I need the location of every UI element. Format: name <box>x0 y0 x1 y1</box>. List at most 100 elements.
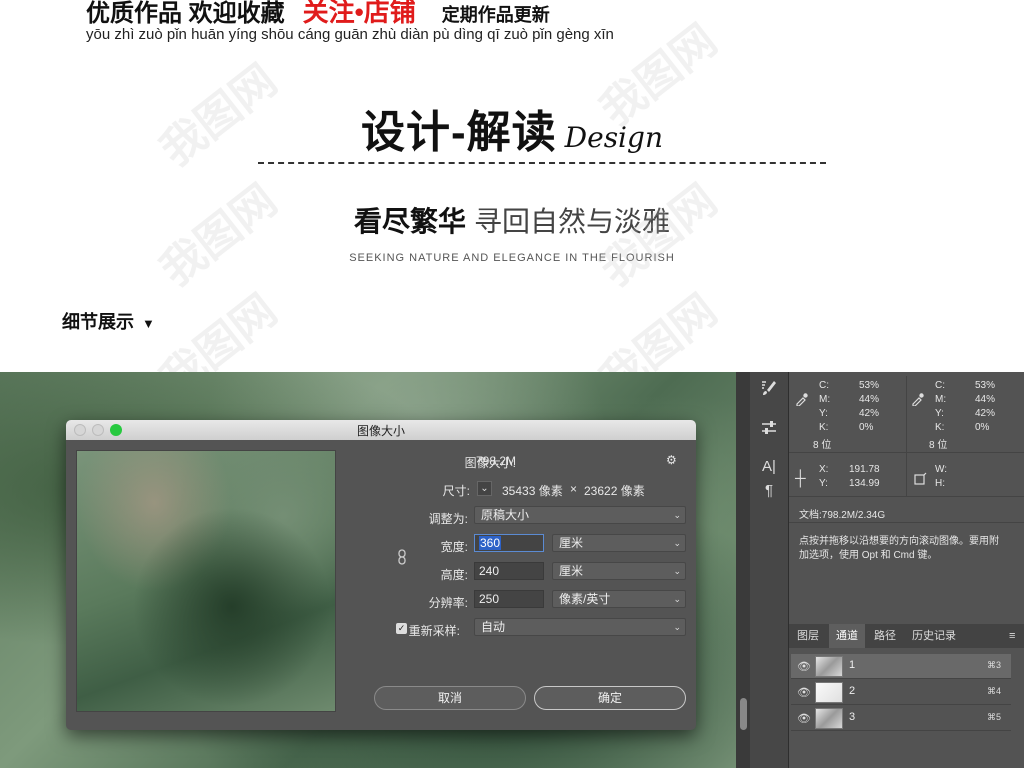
chevron-down-icon: ⌄ <box>673 510 681 520</box>
panel-tabs: 图层 通道 路径 历史记录 ≡ <box>789 624 1024 648</box>
channel-thumbnail <box>815 708 843 729</box>
info-label: M: <box>935 394 947 405</box>
tab-paths[interactable]: 路径 <box>869 624 901 648</box>
height-label: 高度: <box>440 568 468 582</box>
tagline-english: SEEKING NATURE AND ELEGANCE IN THE FLOUR… <box>349 252 675 264</box>
fit-to-label: 调整为: <box>428 512 468 526</box>
link-icon[interactable] <box>396 548 408 571</box>
info-label: Y: <box>819 478 828 489</box>
tagline-light: 寻回自然与淡雅 <box>474 206 671 237</box>
channel-name: 3 <box>849 711 856 723</box>
resample-label: 重新采样: <box>408 624 460 638</box>
width-input[interactable]: 360 <box>474 534 544 552</box>
resolution-unit-select[interactable]: 像素/英寸 ⌄ <box>552 590 686 608</box>
eye-icon[interactable]: 👁 <box>797 660 811 673</box>
info-label: K: <box>935 422 945 433</box>
info-label: K: <box>819 422 829 433</box>
chevron-down-icon: ⌄ <box>673 622 681 632</box>
resolution-input[interactable]: 250 <box>474 590 544 608</box>
chevron-down-icon: ⌄ <box>673 594 681 604</box>
document-size: 文档:798.2M/2.34G <box>799 510 886 521</box>
tab-channels[interactable]: 通道 <box>829 624 865 648</box>
banner-lead-text: 优质作品 欢迎收藏 <box>86 0 285 27</box>
gear-icon[interactable]: ⚙ <box>666 453 677 467</box>
channel-shortcut: ⌘4 <box>986 686 1001 696</box>
channel-shortcut: ⌘3 <box>986 660 1001 670</box>
channel-row[interactable]: 👁 2 ⌘4 <box>791 680 1011 705</box>
divider <box>789 452 1024 453</box>
channel-name: 2 <box>849 685 856 697</box>
channel-name: 1 <box>849 659 856 671</box>
banner-pinyin: yōu zhì zuò pǐn huān yíng shōu cáng guān… <box>86 26 614 43</box>
chevron-down-icon: ⌄ <box>673 538 681 548</box>
divider <box>906 376 907 496</box>
magenta-value: 44% <box>859 394 880 405</box>
cyan-value: 53% <box>975 380 996 391</box>
dimensions-dropdown-icon[interactable]: ⌄ <box>477 481 492 496</box>
detail-label-text: 细节展示 <box>62 312 134 332</box>
yellow-value: 42% <box>975 408 996 419</box>
image-size-dialog: 图像大小 图像大小: 798.2M ⚙ 尺寸: ⌄ 35433 像素 × 236… <box>66 420 696 730</box>
dimensions-times: × <box>570 482 578 496</box>
tab-history[interactable]: 历史记录 <box>905 624 963 648</box>
resolution-unit: 像素/英寸 <box>559 592 611 606</box>
image-preview[interactable] <box>76 450 336 712</box>
channel-shortcut: ⌘5 <box>986 712 1001 722</box>
tool-hint-line2: 加选项，使用 Opt 和 Cmd 键。 <box>799 550 938 561</box>
tagline-bold: 看尽繁华 <box>353 206 466 237</box>
dimensions-height: 23622 像素 <box>584 484 645 498</box>
eye-icon[interactable]: 👁 <box>797 686 811 699</box>
eye-icon[interactable]: 👁 <box>797 712 811 725</box>
top-banner: 优质作品 欢迎收藏 关注•店铺 定期作品更新 <box>86 0 550 27</box>
resolution-label: 分辨率: <box>428 596 468 610</box>
height-unit-select[interactable]: 厘米 ⌄ <box>552 562 686 580</box>
character-icon[interactable]: A| <box>758 456 780 478</box>
info-label: Y: <box>819 408 828 419</box>
resolution-value: 250 <box>479 592 500 606</box>
channel-row[interactable]: 👁 1 ⌘3 <box>791 654 1011 679</box>
info-label: Y: <box>935 408 944 419</box>
chevron-down-icon: ⌄ <box>673 566 681 576</box>
width-unit-select[interactable]: 厘米 ⌄ <box>552 534 686 552</box>
cyan-value: 53% <box>859 380 880 391</box>
black-value: 0% <box>859 422 874 433</box>
channel-thumbnail <box>815 682 843 703</box>
dialog-title: 图像大小 <box>356 424 405 438</box>
detail-section-label: 细节展示 ▼ <box>62 308 155 334</box>
info-panel: C: M: Y: K: 53% 44% 42% 0% 8 位 C: M: Y: … <box>789 372 1024 768</box>
bit-depth: 8 位 <box>929 440 948 451</box>
eyedropper-icon <box>911 392 925 411</box>
yellow-value: 42% <box>859 408 880 419</box>
triangle-down-icon: ▼ <box>142 316 155 331</box>
dashed-divider <box>258 162 826 164</box>
tab-layers[interactable]: 图层 <box>791 624 825 648</box>
section-title: 设计-解读 Design <box>0 96 1024 160</box>
panel-menu-icon[interactable]: ≡ <box>1009 630 1015 642</box>
height-unit: 厘米 <box>559 564 584 578</box>
y-coordinate: 134.99 <box>849 478 880 489</box>
info-label: C: <box>935 380 945 391</box>
resample-checkbox[interactable]: ✓ <box>396 623 407 634</box>
section-title-cn: 设计-解读 <box>361 108 557 157</box>
image-size-value: 798.2M <box>476 454 517 468</box>
dialog-titlebar[interactable]: 图像大小 <box>66 420 696 440</box>
divider <box>789 496 1024 497</box>
fit-to-select[interactable]: 原稿大小 ⌄ <box>474 506 686 524</box>
paragraph-icon[interactable]: ¶ <box>758 480 780 502</box>
cancel-button[interactable]: 取消 <box>374 686 526 710</box>
bit-depth: 8 位 <box>813 440 832 451</box>
ok-button[interactable]: 确定 <box>534 686 686 710</box>
channels-list: 👁 1 ⌘3 👁 2 ⌘4 👁 3 ⌘5 <box>791 654 1011 734</box>
magenta-value: 44% <box>975 394 996 405</box>
info-label: X: <box>819 464 829 475</box>
fit-to-value: 原稿大小 <box>481 508 530 522</box>
channel-thumbnail <box>815 656 843 677</box>
scrollbar-thumb[interactable] <box>740 698 747 730</box>
tool-hint-line1: 点按并拖移以沿想要的方向滚动图像。要用附 <box>799 536 999 547</box>
width-label: 宽度: <box>440 540 468 554</box>
adjustments-icon[interactable] <box>758 418 780 440</box>
resample-select[interactable]: 自动 ⌄ <box>474 618 686 636</box>
height-input[interactable]: 240 <box>474 562 544 580</box>
brush-settings-icon[interactable] <box>758 378 780 400</box>
channel-row[interactable]: 👁 3 ⌘5 <box>791 706 1011 731</box>
